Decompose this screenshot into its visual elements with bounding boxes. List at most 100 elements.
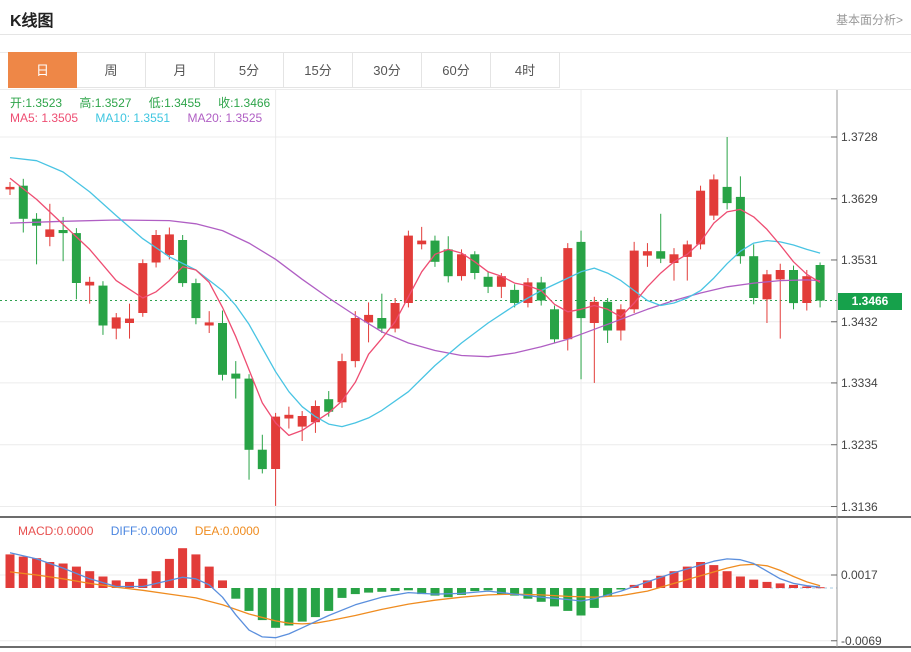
macd-bar <box>723 571 732 588</box>
tab-period-4时[interactable]: 4时 <box>491 52 560 88</box>
macd-bar <box>709 565 718 588</box>
macd-axis-tick-label: 0.0017 <box>841 568 878 582</box>
candle-body <box>816 265 825 301</box>
candle-body <box>656 251 665 259</box>
macd-bar <box>32 558 41 588</box>
macd-bar <box>789 585 798 588</box>
candle-body <box>191 283 200 318</box>
candle-body <box>630 251 639 310</box>
ma20-value: MA20: 1.3525 <box>187 111 262 125</box>
macd-bar <box>391 588 400 591</box>
candle-body <box>351 318 360 361</box>
candle-body <box>165 234 174 255</box>
candle-body <box>404 236 413 303</box>
candle-body <box>152 235 161 263</box>
candle-body <box>484 277 493 287</box>
ma10-value: MA10: 1.3551 <box>95 111 170 125</box>
candle-body <box>59 230 68 233</box>
candle-body <box>377 318 386 329</box>
candle-body <box>510 290 519 303</box>
candle-body <box>125 319 134 323</box>
macd-bar <box>6 554 15 588</box>
page-title: K线图 <box>10 7 54 31</box>
candle-body <box>205 322 214 325</box>
ohlc-legend: 开:1.3523 高:1.3527 低:1.3455 收:1.3466 <box>10 94 284 111</box>
macd-bar <box>311 588 320 617</box>
macd-bar <box>616 588 625 590</box>
macd-axis-tick-label: -0.0069 <box>841 634 882 648</box>
macd-bar <box>351 588 360 594</box>
candle-body <box>85 282 94 286</box>
candle-body <box>99 286 108 326</box>
tab-period-60分[interactable]: 60分 <box>422 52 491 88</box>
candle-body <box>258 450 267 469</box>
macd-bar <box>245 588 254 611</box>
period-tabbar: 日周月5分15分30分60分4时 <box>8 52 560 88</box>
high-value: 高:1.3527 <box>79 96 131 110</box>
candle-body <box>457 254 466 276</box>
macd-bar <box>776 583 785 588</box>
kline-chart-canvas[interactable] <box>0 90 911 652</box>
macd-bar <box>550 588 559 606</box>
macd-bar <box>484 588 493 590</box>
candle-body <box>218 323 227 375</box>
candle-body <box>271 417 280 469</box>
candle-body <box>298 416 307 427</box>
main-axis-tick-label: 1.3334 <box>841 376 878 390</box>
macd-bar <box>377 588 386 592</box>
macd-bar <box>178 548 187 588</box>
ma5-value: MA5: 1.3505 <box>10 111 78 125</box>
candle-body <box>231 374 240 379</box>
tab-period-15分[interactable]: 15分 <box>284 52 353 88</box>
candle-body <box>245 379 254 450</box>
fundamental-analysis-link[interactable]: 基本面分析> <box>836 11 903 28</box>
candle-body <box>284 415 293 419</box>
macd-legend: MACD:0.0000 DIFF:0.0000 DEA:0.0000 <box>18 524 273 538</box>
tab-period-周[interactable]: 周 <box>77 52 146 88</box>
candle-body <box>444 249 453 276</box>
macd-bar <box>749 580 758 588</box>
macd-bar <box>404 588 413 590</box>
macd-bar <box>444 588 453 597</box>
candle-body <box>763 274 772 299</box>
candle-body <box>6 187 15 190</box>
macd-bar <box>298 588 307 622</box>
ma-legend: MA5: 1.3505 MA10: 1.3551 MA20: 1.3525 <box>10 111 276 125</box>
candle-body <box>643 251 652 255</box>
main-axis-tick-label: 1.3531 <box>841 253 878 267</box>
kline-page: K线图 基本面分析> 日周月5分15分30分60分4时 开:1.3523 高:1… <box>0 0 911 652</box>
main-axis-tick-label: 1.3136 <box>841 500 878 514</box>
macd-bar <box>802 587 811 589</box>
candle-body <box>563 248 572 339</box>
main-axis-tick-label: 1.3728 <box>841 130 878 144</box>
candle-body <box>709 179 718 215</box>
macd-bar <box>324 588 333 611</box>
macd-bar <box>736 577 745 589</box>
macd-bar <box>191 554 200 588</box>
macd-bar <box>763 582 772 588</box>
candle-body <box>749 256 758 298</box>
candle-body <box>112 317 121 328</box>
candle-body <box>776 270 785 279</box>
macd-bar <box>231 588 240 599</box>
candle-body <box>789 270 798 303</box>
tab-period-月[interactable]: 月 <box>146 52 215 88</box>
dea-value: DEA:0.0000 <box>195 524 260 538</box>
macd-bar <box>364 588 373 593</box>
macd-bar <box>523 588 532 599</box>
candle-body <box>736 197 745 256</box>
candle-body <box>577 242 586 318</box>
candle-body <box>550 309 559 339</box>
candle-body <box>603 302 612 331</box>
macd-bar <box>218 580 227 588</box>
tab-period-30分[interactable]: 30分 <box>353 52 422 88</box>
diff-value: DIFF:0.0000 <box>111 524 178 538</box>
tab-period-日[interactable]: 日 <box>8 52 77 88</box>
macd-value: MACD:0.0000 <box>18 524 93 538</box>
close-value: 收:1.3466 <box>218 96 270 110</box>
macd-bar <box>72 567 81 588</box>
candle-body <box>138 263 147 313</box>
tab-period-5分[interactable]: 5分 <box>215 52 284 88</box>
macd-bar <box>45 562 54 588</box>
open-value: 开:1.3523 <box>10 96 62 110</box>
